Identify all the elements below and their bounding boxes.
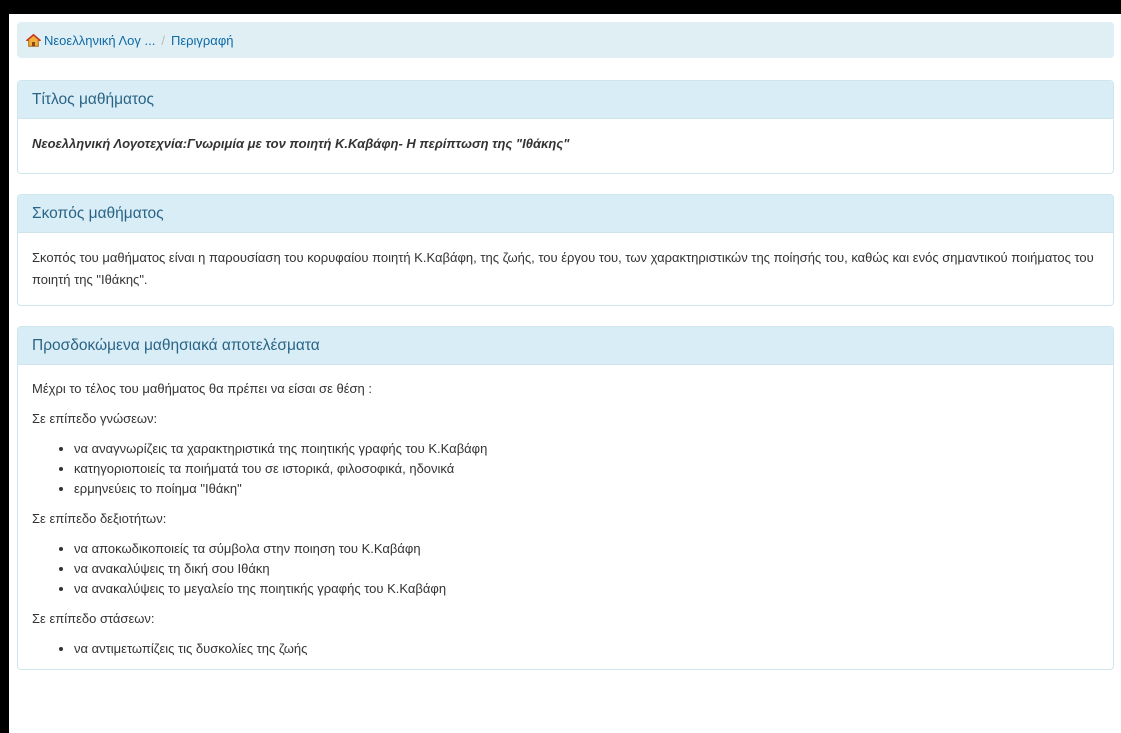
outcomes-list: να αντιμετωπίζεις τις δυσκολίες της ζωής	[32, 639, 1099, 659]
title-panel: Τίτλος μαθήματος Νεοελληνική Λογοτεχνία:…	[17, 80, 1114, 174]
title-panel-body: Νεοελληνική Λογοτεχνία:Γνωριμία με τον π…	[18, 119, 1113, 173]
main-content: Νεοελληνική Λογ ... / Περιγραφή Τίτλος μ…	[17, 22, 1114, 690]
outcomes-intro: Μέχρι το τέλος του μαθήματος θα πρέπει ν…	[32, 381, 372, 396]
home-icon	[26, 33, 41, 47]
list-item: να ανακαλύψεις το μεγαλείο της ποιητικής…	[74, 579, 1099, 599]
list-item: κατηγοριοποιείς τα ποιήματά του σε ιστορ…	[74, 459, 1099, 479]
outcomes-list: να αποκωδικοποιείς τα σύμβολα στην ποιησ…	[32, 539, 1099, 599]
list-item: να αντιμετωπίζεις τις δυσκολίες της ζωής	[74, 639, 1099, 659]
outcomes-panel-heading: Προσδοκώμενα μαθησιακά αποτελέσματα	[18, 327, 1113, 365]
outcomes-list: να αναγνωρίζεις τα χαρακτηριστικά της πο…	[32, 439, 1099, 499]
breadcrumb-current[interactable]: Περιγραφή	[171, 33, 234, 48]
page-frame: Νεοελληνική Λογ ... / Περιγραφή Τίτλος μ…	[9, 14, 1121, 733]
outcomes-group-label: Σε επίπεδο δεξιοτήτων:	[32, 511, 167, 526]
breadcrumb: Νεοελληνική Λογ ... / Περιγραφή	[17, 22, 1114, 58]
breadcrumb-separator: /	[161, 32, 165, 48]
title-panel-heading: Τίτλος μαθήματος	[18, 81, 1113, 119]
list-item: να ανακαλύψεις τη δική σου Ιθάκη	[74, 559, 1099, 579]
list-item: να αποκωδικοποιείς τα σύμβολα στην ποιησ…	[74, 539, 1099, 559]
outcomes-group-label: Σε επίπεδο στάσεων:	[32, 611, 155, 626]
outcomes-group-label: Σε επίπεδο γνώσεων:	[32, 411, 158, 426]
list-item: να αναγνωρίζεις τα χαρακτηριστικά της πο…	[74, 439, 1099, 459]
outcomes-panel: Προσδοκώμενα μαθησιακά αποτελέσματα Μέχρ…	[17, 326, 1114, 670]
purpose-panel: Σκοπός μαθήματος Σκοπός του μαθήματος εί…	[17, 194, 1114, 306]
list-item: ερμηνεύεις το ποίημα "Ιθάκη"	[74, 479, 1099, 499]
course-title: Νεοελληνική Λογοτεχνία:Γνωριμία με τον π…	[32, 136, 570, 151]
breadcrumb-course-label: Νεοελληνική Λογ ...	[44, 32, 156, 48]
outcomes-panel-body: Μέχρι το τέλος του μαθήματος θα πρέπει ν…	[18, 365, 1113, 659]
purpose-panel-body: Σκοπός του μαθήματος είναι η παρουσίαση …	[18, 233, 1113, 305]
breadcrumb-course-link[interactable]: Νεοελληνική Λογ ...	[26, 33, 155, 48]
purpose-text: Σκοπός του μαθήματος είναι η παρουσίαση …	[32, 250, 1094, 287]
purpose-panel-heading: Σκοπός μαθήματος	[18, 195, 1113, 233]
